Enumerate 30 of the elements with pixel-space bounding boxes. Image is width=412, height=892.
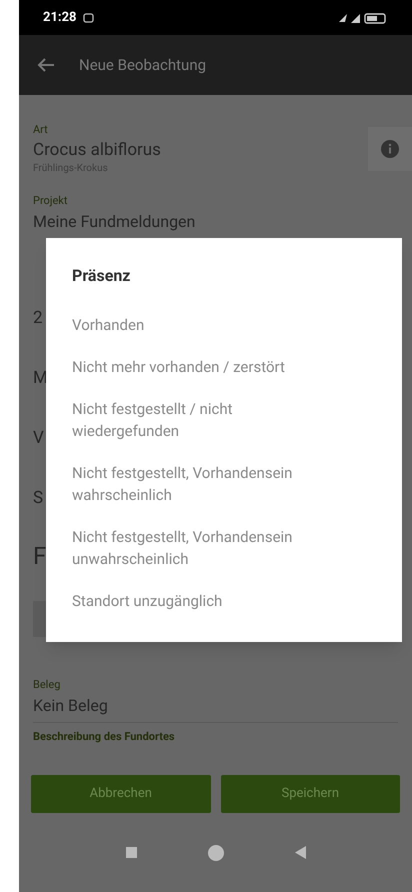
field-label: Art [33,122,49,138]
dialog-option[interactable]: Vorhanden [72,304,376,346]
back-triangle-icon[interactable] [294,846,306,859]
dialog-option[interactable]: Nicht mehr vorhanden / zerstört [72,346,376,388]
field-value[interactable]: S [33,486,44,521]
dialog-title: Präsenz [72,265,132,287]
voucher-value[interactable]: Kein Beleg [33,694,108,718]
field-label: Projekt [33,193,68,209]
field-label: Beleg [33,677,60,693]
cancel-button[interactable]: Abbrechen [31,775,210,813]
dialog-option[interactable]: Nicht festgestellt, Vorhandensein wahrscheinlich [72,452,376,516]
home-circle-icon[interactable] [206,844,224,862]
status-icons-drawing [338,12,388,24]
status-time: 21:28 [43,8,76,27]
section-heading: F [33,541,46,571]
square-icon[interactable] [126,847,136,858]
back-arrow-icon[interactable] [37,57,55,73]
species-name[interactable]: Crocus albiflorus [33,138,161,161]
field-label: Beschreibung des Fundortes [33,728,175,744]
info-button[interactable] [368,127,412,171]
save-button[interactable]: Speichern [220,775,400,813]
dialog-option[interactable]: Nicht festgestellt, Vorhandensein unwahrscheinlich [72,516,376,580]
project-value[interactable]: Meine Fundmeldungen [33,210,398,234]
notification-icon [82,12,94,23]
field-value[interactable]: 2 [33,306,43,341]
dialog-option[interactable]: Nicht festgestellt / nicht wiedergefunden [72,388,376,452]
field-value[interactable]: V [33,426,44,461]
dialog-option[interactable]: Standort unzugänglich [72,580,376,622]
info-icon [381,140,399,158]
toolbar-title: Neue Beobachtung [79,54,206,76]
